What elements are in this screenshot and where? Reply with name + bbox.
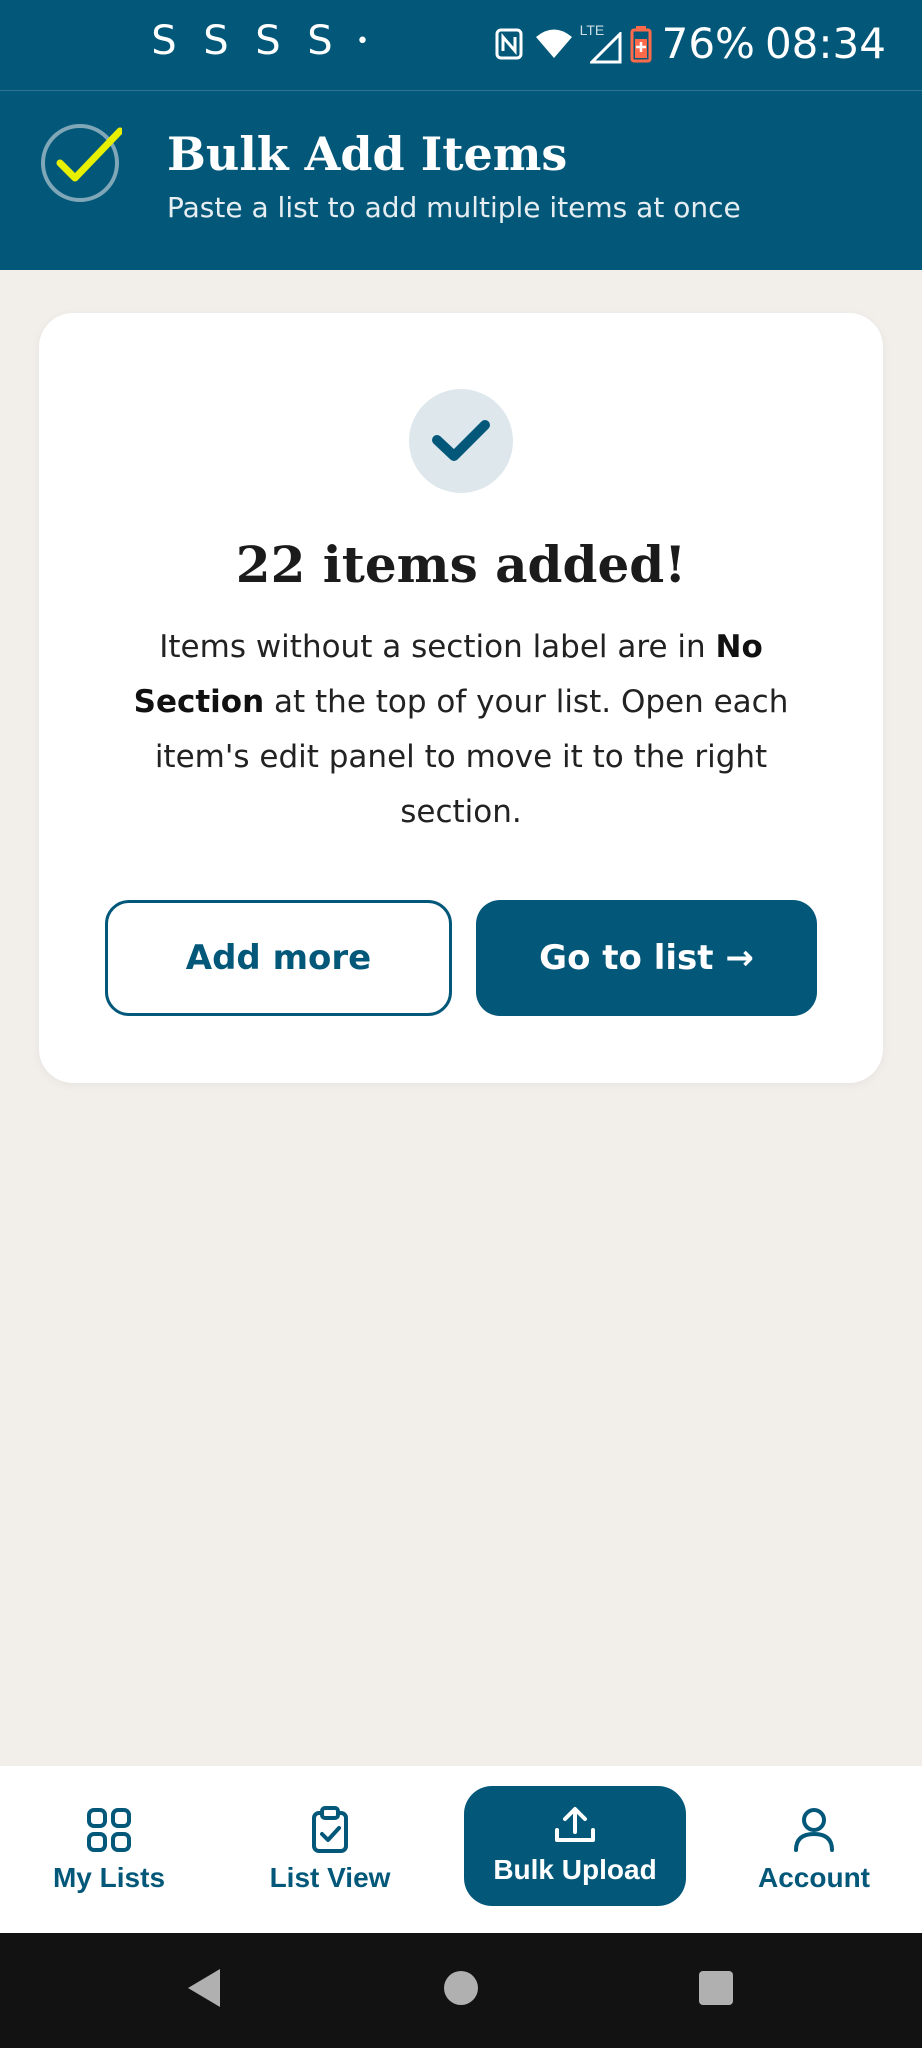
page-title: Bulk Add Items — [167, 127, 568, 181]
nfc-icon — [494, 27, 524, 61]
lte-signal-icon: LTE — [580, 22, 622, 64]
wifi-icon — [534, 28, 574, 60]
go-to-list-button[interactable]: Go to list → — [476, 900, 817, 1016]
person-icon — [794, 1807, 834, 1852]
status-bar: S S S S • LTE 76% 08:34 — [0, 0, 922, 91]
nav-label: List View — [269, 1861, 391, 1893]
nav-label: Account — [758, 1861, 870, 1893]
grid-icon — [87, 1807, 131, 1852]
add-more-button[interactable]: Add more — [105, 900, 452, 1016]
clipboard-check-icon — [312, 1805, 348, 1853]
notification-s-icon: S — [151, 18, 177, 64]
success-title: 22 items added! — [235, 535, 687, 594]
clock: 08:34 — [764, 19, 886, 68]
system-indicators: LTE 76% 08:34 — [494, 14, 886, 74]
notification-s-icon: S — [255, 18, 281, 64]
nav-item-bulk-upload[interactable]: Bulk Upload — [464, 1786, 686, 1906]
nav-item-list-view[interactable]: List View — [230, 1766, 430, 1933]
nav-label: Bulk Upload — [493, 1854, 657, 1885]
message-text: Items without a section label are in — [159, 629, 716, 665]
notification-s-icon: S — [307, 18, 333, 64]
home-icon[interactable] — [442, 1965, 480, 2015]
success-check-icon — [409, 389, 513, 493]
success-message: Items without a section label are in No … — [129, 620, 793, 840]
recents-icon[interactable] — [697, 1965, 735, 2015]
success-card: 22 items added! Items without a section … — [39, 313, 883, 1083]
battery-percentage: 76% — [661, 19, 755, 68]
upload-icon — [555, 1807, 595, 1842]
back-icon[interactable] — [184, 1965, 224, 2015]
nav-item-account[interactable]: Account — [714, 1766, 914, 1933]
app-header: Bulk Add Items Paste a list to add multi… — [0, 91, 922, 270]
notification-s-icon: S — [203, 18, 229, 64]
more-notifications-dot: • — [356, 28, 369, 54]
page-subtitle: Paste a list to add multiple items at on… — [167, 191, 741, 224]
battery-icon — [630, 25, 652, 63]
nav-item-my-lists[interactable]: My Lists — [9, 1766, 209, 1933]
check-logo-icon — [38, 121, 124, 205]
system-navigation-bar — [0, 1933, 922, 2048]
bottom-navigation: My Lists List View Bulk Upload Account — [0, 1766, 922, 1933]
notification-icons: S S S S • — [138, 18, 369, 64]
nav-label: My Lists — [52, 1861, 166, 1893]
